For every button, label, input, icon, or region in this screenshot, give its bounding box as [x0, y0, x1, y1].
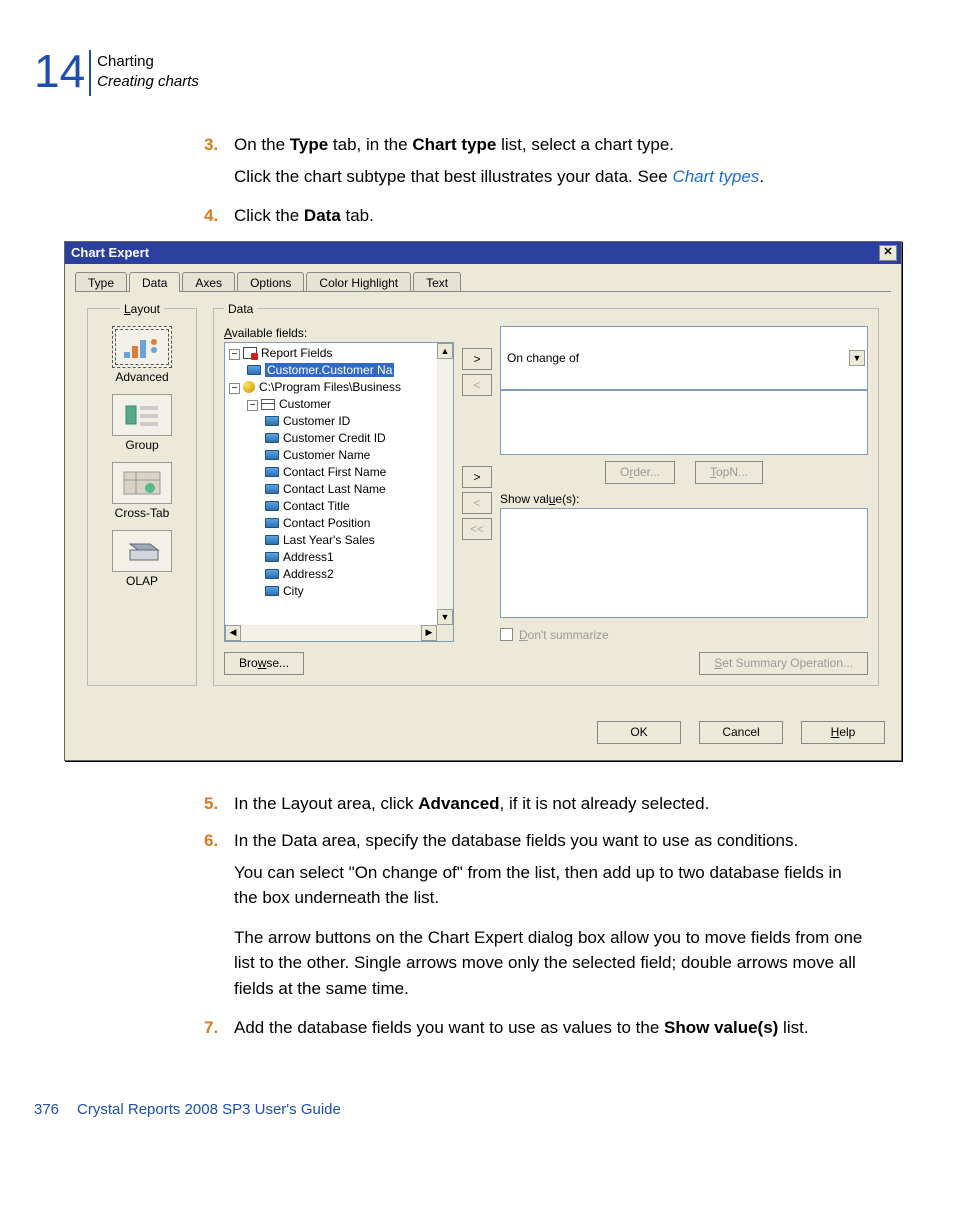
step-6-para1: You can select "On change of" from the l… — [234, 860, 864, 911]
step-number-3: 3. — [204, 132, 218, 158]
layout-legend: Layout — [120, 302, 164, 316]
chart-types-link[interactable]: Chart types — [672, 167, 759, 186]
step-6-text: In the Data area, specify the database f… — [234, 831, 798, 850]
set-summary-button[interactable]: Set Summary Operation... — [699, 652, 868, 675]
scroll-right-icon[interactable]: ▶ — [421, 625, 437, 641]
close-icon[interactable]: ✕ — [879, 245, 897, 261]
step-7-text: Add the database fields you want to use … — [234, 1018, 809, 1037]
move-right-onchange[interactable]: > — [462, 348, 492, 370]
help-button[interactable]: Help — [801, 721, 885, 744]
step-6-para2: The arrow buttons on the Chart Expert di… — [234, 925, 864, 1002]
move-left-showvalues[interactable]: < — [462, 492, 492, 514]
layout-crosstab-icon — [112, 462, 172, 504]
layout-advanced-icon — [112, 326, 172, 368]
dialog-titlebar[interactable]: Chart Expert ✕ — [65, 242, 901, 264]
ok-button[interactable]: OK — [597, 721, 681, 744]
chapter-header: 14 Charting Creating charts — [34, 48, 864, 96]
chapter-title-2: Creating charts — [97, 72, 199, 92]
step-number-5: 5. — [204, 791, 218, 817]
page-footer-title: Crystal Reports 2008 SP3 User's Guide — [77, 1101, 341, 1118]
order-button[interactable]: Order... — [605, 461, 675, 484]
on-change-of-select[interactable]: On change of ▼ — [500, 326, 868, 391]
move-right-showvalues[interactable]: > — [462, 466, 492, 488]
scrollbar-vertical[interactable] — [437, 359, 453, 609]
scroll-left-icon[interactable]: ◀ — [225, 625, 241, 641]
browse-button[interactable]: Browse... — [224, 652, 304, 675]
layout-group[interactable]: Group — [98, 394, 186, 452]
chapter-title-1: Charting — [97, 52, 199, 72]
cancel-button[interactable]: Cancel — [699, 721, 783, 744]
data-legend: Data — [224, 302, 257, 316]
step-5-text: In the Layout area, click Advanced, if i… — [234, 794, 709, 813]
layout-advanced[interactable]: Advanced — [98, 326, 186, 384]
tab-text[interactable]: Text — [413, 272, 461, 292]
tab-color-highlight[interactable]: Color Highlight — [306, 272, 411, 292]
move-left-all[interactable]: << — [462, 518, 492, 540]
move-left-onchange[interactable]: < — [462, 374, 492, 396]
show-values-label: Show value(s): — [500, 492, 868, 506]
checkbox-icon — [500, 628, 513, 641]
on-change-of-list[interactable] — [500, 390, 868, 455]
step-4-text: Click the Data tab. — [234, 206, 374, 225]
step-3-text: On the Type tab, in the Chart type list,… — [234, 135, 674, 154]
data-group: Data Available fields: −Report Fields Cu… — [213, 302, 879, 686]
chapter-number: 14 — [34, 48, 85, 94]
scrollbar-horizontal[interactable] — [241, 625, 421, 641]
show-values-list[interactable] — [500, 508, 868, 618]
layout-crosstab[interactable]: Cross-Tab — [98, 462, 186, 520]
step-number-4: 4. — [204, 203, 218, 229]
dialog-title: Chart Expert — [71, 245, 149, 260]
page-number: 376 — [34, 1101, 59, 1118]
page-footer: 376 Crystal Reports 2008 SP3 User's Guid… — [34, 1101, 864, 1118]
tab-axes[interactable]: Axes — [182, 272, 235, 292]
available-fields-tree[interactable]: −Report Fields Customer.Customer Na −C:\… — [224, 342, 454, 642]
layout-olap-icon — [112, 530, 172, 572]
tab-options[interactable]: Options — [237, 272, 304, 292]
chevron-down-icon: ▼ — [849, 350, 865, 366]
tree-selected-field[interactable]: Customer.Customer Na — [265, 363, 394, 377]
chapter-divider — [89, 50, 91, 96]
step-3-para: Click the chart subtype that best illust… — [234, 164, 864, 190]
tab-data[interactable]: Data — [129, 272, 180, 292]
layout-group: Layout Advanced Group — [87, 302, 197, 686]
layout-olap[interactable]: OLAP — [98, 530, 186, 588]
scroll-up-icon[interactable]: ▲ — [437, 343, 453, 359]
chart-expert-dialog: Chart Expert ✕ Type Data Axes Options Co… — [64, 241, 902, 761]
step-number-6: 6. — [204, 828, 218, 854]
tab-type[interactable]: Type — [75, 272, 127, 292]
available-fields-label: Available fields: — [224, 326, 454, 340]
layout-group-icon — [112, 394, 172, 436]
step-number-7: 7. — [204, 1015, 218, 1041]
topn-button[interactable]: TopN... — [695, 461, 763, 484]
scroll-down-icon[interactable]: ▼ — [437, 609, 453, 625]
dont-summarize-checkbox[interactable]: Don't summarize — [500, 628, 868, 642]
